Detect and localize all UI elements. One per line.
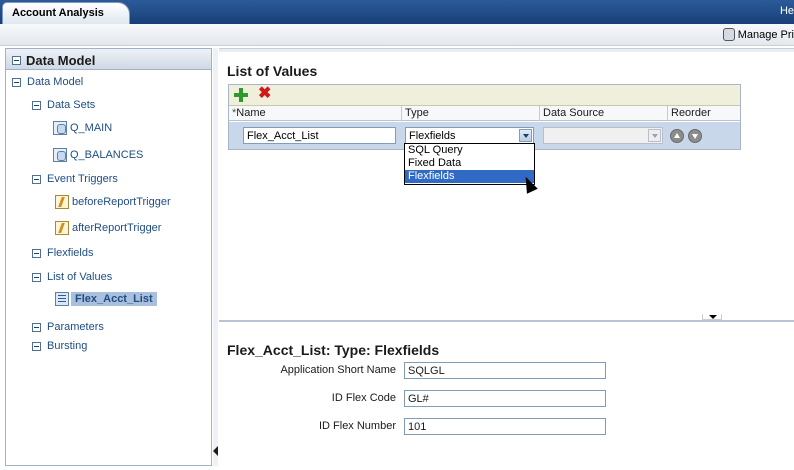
dataset-icon [53, 148, 67, 162]
panel-header[interactable]: Data Model [6, 49, 211, 70]
app-header-bar: Account Analysis He [0, 0, 794, 24]
toolbar: Manage Pri [0, 24, 794, 46]
column-label: Name [236, 107, 266, 119]
tree-label: Q_BALANCES [70, 149, 144, 161]
tree-item-before-trigger[interactable]: beforeReportTrigger [55, 195, 171, 209]
tree-label: Parameters [47, 321, 104, 333]
tree-item-parameters[interactable]: Parameters [32, 321, 104, 333]
field-label-application-short-name: Application Short Name [280, 364, 396, 376]
collapse-icon[interactable] [32, 174, 41, 184]
collapse-icon[interactable] [32, 341, 41, 351]
header-link-help[interactable]: He [780, 5, 794, 17]
list-of-values-icon [55, 292, 69, 306]
tree-label: Bursting [47, 340, 88, 352]
collapse-icon[interactable] [32, 272, 41, 282]
tree-label-selected: Flex_Acct_List [71, 292, 157, 306]
tree-label: beforeReportTrigger [72, 196, 171, 208]
dropdown-option-sql-query[interactable]: SQL Query [405, 144, 534, 157]
column-header-reorder: Reorder [671, 107, 711, 119]
tree-item-list-of-values[interactable]: List of Values [32, 271, 112, 283]
collapse-icon[interactable] [32, 322, 41, 332]
move-up-icon[interactable] [670, 129, 684, 143]
type-dropdown-list: SQL Query Fixed Data Flexfields [404, 143, 535, 185]
manage-label: Manage Pri [737, 28, 794, 41]
tree-item-data-model[interactable]: Data Model [12, 76, 83, 88]
add-icon[interactable] [234, 88, 248, 102]
collapse-icon[interactable] [12, 77, 21, 87]
panel-splitter[interactable] [213, 48, 218, 466]
table-toolbar: ✖ [229, 85, 740, 106]
tree-item-flexfields[interactable]: Flexfields [32, 247, 93, 259]
panel-title: Data Model [26, 53, 96, 68]
tree-label: Data Sets [47, 99, 96, 111]
type-select-value: Flexfields [409, 130, 456, 142]
app-tab-account-analysis[interactable]: Account Analysis [2, 2, 130, 24]
column-header-type: Type [402, 106, 540, 121]
id-flex-code-input[interactable]: GL# [404, 390, 606, 407]
type-select[interactable]: Flexfields [405, 127, 534, 144]
chevron-down-icon [648, 129, 661, 142]
tree-item-event-triggers[interactable]: Event Triggers [32, 173, 118, 185]
data-model-panel: Data Model Data Model Data Sets Q_MAIN Q… [5, 48, 212, 466]
column-header-name: *Name [229, 106, 402, 121]
table-header: *Name Type Data Source Reorder [229, 106, 740, 121]
data-source-select [543, 127, 663, 144]
collapse-icon[interactable] [32, 248, 41, 258]
move-down-icon[interactable] [688, 129, 702, 143]
tree-label: Flexfields [47, 247, 94, 259]
field-label-id-flex-number: ID Flex Number [318, 420, 396, 432]
detail-title: Flex_Acct_List: Type: Flexfields [227, 342, 440, 358]
delete-icon[interactable]: ✖ [258, 86, 272, 102]
id-flex-number-input[interactable]: 101 [404, 418, 606, 435]
dropdown-option-fixed-data[interactable]: Fixed Data [405, 157, 534, 170]
lov-table: ✖ *Name Type Data Source Reorder Flex_Ac… [228, 84, 741, 150]
collapse-icon[interactable] [12, 56, 21, 65]
tree-item-q-balances[interactable]: Q_BALANCES [53, 148, 143, 162]
collapse-icon[interactable] [32, 100, 41, 110]
application-short-name-input[interactable]: SQLGL [404, 362, 606, 379]
tree-item-data-sets[interactable]: Data Sets [32, 99, 95, 111]
lov-detail-panel: Flex_Acct_List: Type: Flexfields Applica… [219, 320, 794, 470]
tree-label: Event Triggers [47, 173, 118, 185]
tree-item-flex-acct-list[interactable]: Flex_Acct_List [55, 292, 157, 306]
trigger-icon [55, 221, 69, 235]
section-title: List of Values [227, 63, 318, 79]
tree-item-bursting[interactable]: Bursting [32, 340, 87, 352]
dropdown-option-flexfields[interactable]: Flexfields [405, 170, 534, 183]
chevron-down-icon[interactable] [519, 129, 532, 142]
tree-item-q-main[interactable]: Q_MAIN [53, 121, 112, 135]
dataset-icon [53, 121, 67, 135]
tree-label: List of Values [47, 271, 113, 283]
tree-label: Q_MAIN [70, 122, 113, 134]
column-header-data-source: Data Source [540, 106, 668, 121]
collapse-left-icon[interactable] [213, 446, 218, 456]
trigger-icon [55, 195, 69, 209]
manage-private-button[interactable]: Manage Pri [722, 28, 794, 41]
field-label-id-flex-code: ID Flex Code [331, 392, 396, 404]
database-icon [722, 28, 735, 41]
tree-label: Data Model [27, 76, 84, 88]
tree-item-after-trigger[interactable]: afterReportTrigger [55, 221, 161, 235]
name-input[interactable]: Flex_Acct_List [243, 127, 396, 144]
tree-label: afterReportTrigger [72, 222, 162, 234]
